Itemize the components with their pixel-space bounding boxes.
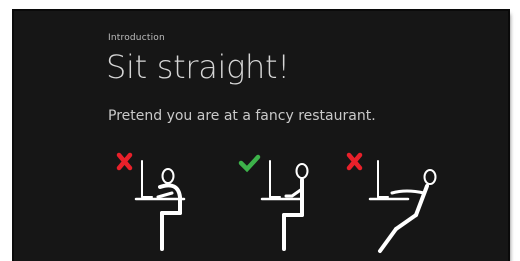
reclined-posture-figure [344, 149, 454, 261]
presentation-frame: Introduction Sit straight! Pretend you a… [0, 0, 520, 261]
slide-title: Sit straight! [106, 48, 290, 86]
upright-posture-icon [238, 154, 309, 251]
red-cross-icon [346, 152, 363, 171]
posture-figures [114, 149, 454, 261]
section-label: Introduction [108, 33, 165, 43]
slide: Introduction Sit straight! Pretend you a… [14, 11, 508, 261]
green-check-icon [238, 154, 261, 173]
hunched-posture-icon [116, 152, 186, 251]
upright-posture-figure [236, 149, 346, 261]
reclined-posture-icon [346, 152, 437, 253]
red-cross-icon [116, 152, 133, 171]
hunched-posture-figure [114, 149, 224, 261]
slide-subtitle: Pretend you are at a fancy restaurant. [108, 108, 376, 124]
